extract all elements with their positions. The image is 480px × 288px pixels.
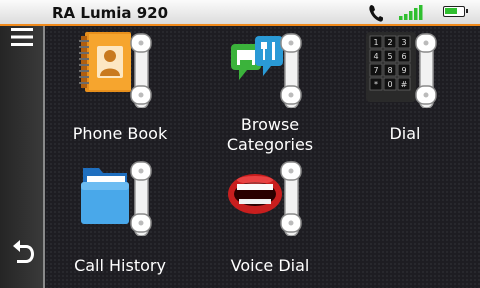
dial-label: Dial xyxy=(389,124,421,143)
battery-fill xyxy=(445,8,457,14)
voice-dial-button[interactable]: Voice Dial xyxy=(195,154,345,284)
back-arrow-icon[interactable] xyxy=(11,238,35,264)
phone-book-icon xyxy=(79,32,152,108)
svg-text:5: 5 xyxy=(387,52,392,61)
phone-menu-screen: RA Lumia 920 Phone Book Browse Categorie… xyxy=(0,0,480,288)
browse-categories-button[interactable]: Browse Categories xyxy=(195,26,345,156)
svg-text:0: 0 xyxy=(387,80,392,89)
call-history-icon xyxy=(81,161,152,236)
svg-text:6: 6 xyxy=(401,52,406,61)
svg-text:1: 1 xyxy=(373,38,378,47)
sidebar xyxy=(0,26,45,288)
voice-dial-label: Voice Dial xyxy=(230,256,310,275)
dial-keypad-icon: 123 456 789 * 0 # xyxy=(366,32,437,108)
phone-handset-icon xyxy=(369,5,383,22)
svg-text:2: 2 xyxy=(387,38,392,47)
signal-bars-icon xyxy=(399,5,423,20)
call-history-label: Call History xyxy=(74,256,166,275)
phone-book-button[interactable]: Phone Book xyxy=(45,26,195,156)
svg-text:#: # xyxy=(401,80,408,89)
call-history-button[interactable]: Call History xyxy=(45,154,195,284)
status-bar: RA Lumia 920 xyxy=(0,0,480,26)
svg-text:9: 9 xyxy=(401,66,406,75)
battery-icon xyxy=(443,6,468,17)
voice-dial-icon xyxy=(228,161,302,236)
browse-categories-label: Browse Categories xyxy=(226,115,314,154)
dial-button[interactable]: 123 456 789 * 0 # Dial xyxy=(330,26,480,156)
svg-text:4: 4 xyxy=(373,52,378,61)
svg-text:7: 7 xyxy=(373,66,378,75)
svg-text:3: 3 xyxy=(401,38,406,47)
svg-text:8: 8 xyxy=(387,66,392,75)
browse-categories-icon xyxy=(231,33,302,108)
connected-device-name: RA Lumia 920 xyxy=(52,4,169,22)
svg-text:*: * xyxy=(374,80,378,89)
menu-grid: Phone Book Browse Categories 1 2 3 4 5 6… xyxy=(45,26,480,288)
hamburger-menu-icon[interactable] xyxy=(11,28,33,46)
phone-book-label: Phone Book xyxy=(72,124,168,143)
